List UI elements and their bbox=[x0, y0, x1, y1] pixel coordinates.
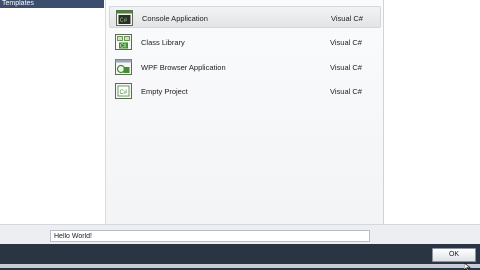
class-library-icon: C# bbox=[115, 34, 132, 50]
templates-tree-header[interactable]: Templates bbox=[0, 0, 104, 8]
svg-text:C#: C# bbox=[120, 44, 127, 50]
templates-tree-panel: Templates bbox=[0, 0, 106, 224]
template-row-class-library[interactable]: C# Class Library Visual C# bbox=[109, 31, 381, 53]
project-templates-list: C# Console Application Visual C# C# Clas… bbox=[106, 0, 383, 224]
mouse-cursor-icon bbox=[464, 263, 471, 270]
new-project-dialog: Templates C# Console Application Visual … bbox=[0, 0, 480, 270]
template-language: Visual C# bbox=[330, 63, 362, 72]
template-row-empty-project[interactable]: C# Empty Project Visual C# bbox=[109, 80, 381, 102]
template-name: Console Application bbox=[142, 14, 208, 23]
template-language: Visual C# bbox=[330, 87, 362, 96]
dialog-footer: OK bbox=[0, 244, 480, 270]
empty-project-icon: C# bbox=[115, 83, 132, 99]
svg-text:C#: C# bbox=[120, 17, 128, 24]
template-name: Class Library bbox=[141, 38, 185, 47]
template-row-wpf-browser-application[interactable]: WPF Browser Application Visual C# bbox=[109, 56, 381, 78]
template-row-console-application[interactable]: C# Console Application Visual C# bbox=[109, 6, 381, 28]
console-application-icon: C# bbox=[116, 10, 133, 26]
template-details-panel bbox=[384, 0, 480, 224]
footer-divider bbox=[0, 264, 480, 268]
template-name: Empty Project bbox=[141, 87, 188, 96]
project-name-input[interactable] bbox=[50, 230, 370, 242]
svg-text:C#: C# bbox=[120, 90, 128, 96]
wpf-browser-application-icon bbox=[115, 59, 132, 75]
template-name: WPF Browser Application bbox=[141, 63, 226, 72]
template-language: Visual C# bbox=[331, 14, 363, 23]
project-name-strip bbox=[0, 224, 480, 244]
ok-button[interactable]: OK bbox=[432, 248, 476, 262]
template-language: Visual C# bbox=[330, 38, 362, 47]
